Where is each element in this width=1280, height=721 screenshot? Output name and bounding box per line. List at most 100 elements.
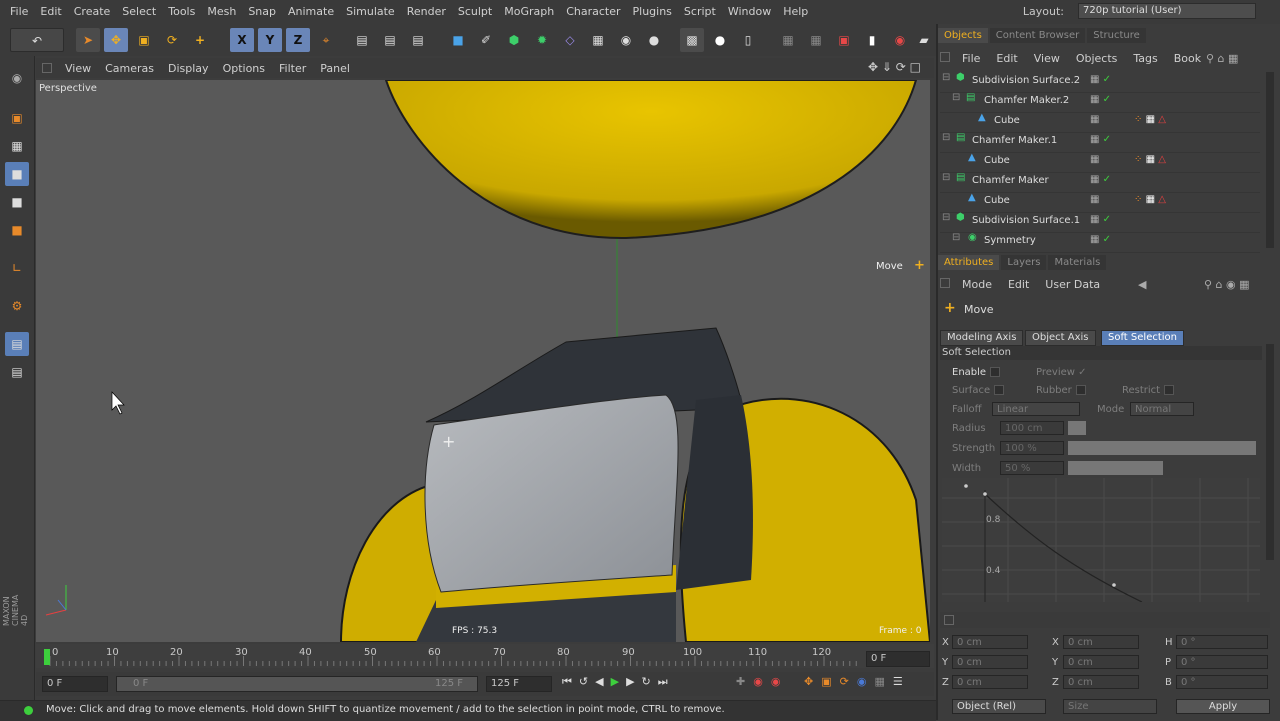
om-menu-file[interactable]: File (954, 52, 988, 65)
play-icon[interactable]: ▶ (611, 675, 626, 688)
visibility-toggles[interactable]: ▦ (1090, 194, 1099, 205)
subtab-soft-selection[interactable]: Soft Selection (1101, 330, 1184, 346)
object-row[interactable]: ▲ Cube ▦ ⁘ ▦ △ (940, 112, 1260, 133)
make-editable-button[interactable]: ◉ (5, 66, 29, 90)
menu-sculpt[interactable]: Sculpt (452, 0, 498, 18)
attributes-scrollbar[interactable] (1266, 344, 1274, 560)
subtab-object-axis[interactable]: Object Axis (1025, 330, 1096, 346)
deformer-button[interactable]: ◇ (558, 28, 582, 52)
shading-button[interactable]: ● (708, 28, 732, 52)
range-slider[interactable]: 0 F 125 F (116, 676, 478, 692)
attr-nav-icons[interactable]: ◀ (1138, 278, 1146, 291)
subtab-modeling-axis[interactable]: Modeling Axis (940, 330, 1024, 346)
viewport-menu-options[interactable]: Options (216, 58, 272, 75)
undo-button[interactable]: ↶ (10, 28, 64, 52)
menu-help[interactable]: Help (777, 0, 814, 18)
coord-size-dropdown[interactable]: Size (1063, 699, 1157, 714)
object-row[interactable]: ⊟ ⬢ Subdivision Surface.1 ▦ ✓ (940, 212, 1260, 233)
object-manager-scrollbar[interactable] (1266, 72, 1274, 248)
key-rotation-icon[interactable]: ⟳ (840, 675, 857, 688)
snapping-button[interactable]: ▤ (5, 332, 29, 356)
visibility-toggles[interactable]: ▦ ✓ (1090, 234, 1111, 245)
rotate-tool-button[interactable]: ⟳ (160, 28, 184, 52)
menu-tools[interactable]: Tools (162, 0, 201, 18)
light-button[interactable]: ● (642, 28, 666, 52)
om-menu-edit[interactable]: Edit (988, 52, 1025, 65)
render-settings-button[interactable]: ▤ (406, 28, 430, 52)
object-tags[interactable]: ⁘ ▦ △ (1134, 194, 1166, 205)
visibility-toggles[interactable]: ▦ ✓ (1090, 74, 1111, 85)
radius-slider[interactable] (1068, 421, 1086, 435)
width-slider[interactable] (1068, 461, 1163, 475)
om-menu-tags[interactable]: Tags (1125, 52, 1165, 65)
record-button[interactable]: ▣ (832, 28, 856, 52)
backface-button[interactable]: ▯ (736, 28, 760, 52)
menu-file[interactable]: File (0, 0, 34, 18)
menu-simulate[interactable]: Simulate (340, 0, 401, 18)
rot-p-field[interactable]: 0 ° (1176, 655, 1268, 669)
om-menu-objects[interactable]: Objects (1068, 52, 1126, 65)
rot-b-field[interactable]: 0 ° (1176, 675, 1268, 689)
object-tags[interactable]: ⁘ ▦ △ (1134, 114, 1166, 125)
axis-z-button[interactable]: Z (286, 28, 310, 52)
attr-search-icon[interactable]: ⚲ ⌂ ◉ ▦ (1204, 278, 1250, 291)
menu-render[interactable]: Render (401, 0, 452, 18)
record-controls[interactable]: ✚◉◉ (736, 675, 788, 688)
strength-field[interactable]: 100 % (1000, 441, 1064, 455)
autokey-icon[interactable]: ◉ (771, 675, 789, 688)
tab-objects[interactable]: Objects (938, 28, 988, 43)
viewport-menu-cameras[interactable]: Cameras (98, 58, 161, 75)
coordinate-system-button[interactable]: ⌖ (314, 28, 338, 52)
menu-mesh[interactable]: Mesh (201, 0, 242, 18)
pos-z-field[interactable]: 0 cm (952, 675, 1028, 689)
preview-check-icon[interactable]: ✓ (1078, 367, 1086, 378)
object-row[interactable]: ⊟ ◉ Symmetry ▦ ✓ (940, 232, 1260, 253)
key-param-icon[interactable]: ◉ (857, 675, 875, 688)
attr-toggle-icon[interactable] (940, 278, 950, 288)
menu-create[interactable]: Create (68, 0, 117, 18)
render-picture-viewer-button[interactable]: ▤ (378, 28, 402, 52)
menu-snap[interactable]: Snap (242, 0, 282, 18)
object-mode-button[interactable]: ■ (5, 162, 29, 186)
size-x-field[interactable]: 0 cm (1063, 635, 1139, 649)
start-frame-field[interactable]: 0 F (42, 676, 108, 692)
motion-record-icon[interactable]: ✚ (736, 675, 753, 688)
viewport-menu-view[interactable]: View (58, 58, 98, 75)
camera-button[interactable]: ◉ (614, 28, 638, 52)
menu-plugins[interactable]: Plugins (627, 0, 678, 18)
key-pla-icon[interactable]: ▦ (874, 675, 892, 688)
snap-button[interactable]: ▦ (776, 28, 800, 52)
keyframe-button[interactable]: ▮ (860, 28, 884, 52)
mode-dropdown[interactable]: Normal (1130, 402, 1194, 416)
move-tool-button[interactable]: ✥ (104, 28, 128, 52)
scale-tool-button[interactable]: ▣ (132, 28, 156, 52)
recent-tool-button[interactable]: + (188, 28, 212, 52)
size-y-field[interactable]: 0 cm (1063, 655, 1139, 669)
menu-select[interactable]: Select (116, 0, 162, 18)
rubber-row[interactable]: Rubber (1036, 385, 1086, 396)
spline-button[interactable]: ✐ (474, 28, 498, 52)
polygons-mode-button[interactable]: ■ (5, 218, 29, 242)
tab-structure[interactable]: Structure (1087, 28, 1146, 43)
model-mode-button[interactable]: ▣ (5, 106, 29, 130)
preview-row[interactable]: Preview ✓ (1036, 367, 1087, 378)
live-select-button[interactable]: ➤ (76, 28, 100, 52)
texture-mode-button[interactable]: ▦ (5, 134, 29, 158)
python-button[interactable]: ▰ (912, 28, 936, 52)
visibility-toggles[interactable]: ▦ ✓ (1090, 134, 1111, 145)
enable-row[interactable]: Enable (952, 367, 1001, 378)
workplane-button[interactable]: ▦ (804, 28, 828, 52)
next-key-icon[interactable]: ↻ (642, 675, 658, 688)
end-frame-field[interactable]: 125 F (486, 676, 552, 692)
om-menu-book[interactable]: Book (1166, 52, 1209, 65)
array-button[interactable]: ✹ (530, 28, 554, 52)
falloff-dropdown[interactable]: Linear (992, 402, 1080, 416)
menu-mograph[interactable]: MoGraph (498, 0, 560, 18)
attr-menu-edit[interactable]: Edit (1000, 278, 1037, 291)
menu-animate[interactable]: Animate (282, 0, 340, 18)
object-row[interactable]: ⊟ ▤ Chamfer Maker ▦ ✓ (940, 172, 1260, 193)
rot-h-field[interactable]: 0 ° (1176, 635, 1268, 649)
rubber-checkbox[interactable] (1075, 385, 1086, 395)
scene-floor-button[interactable]: ▦ (586, 28, 610, 52)
visibility-toggles[interactable]: ▦ ✓ (1090, 94, 1111, 105)
